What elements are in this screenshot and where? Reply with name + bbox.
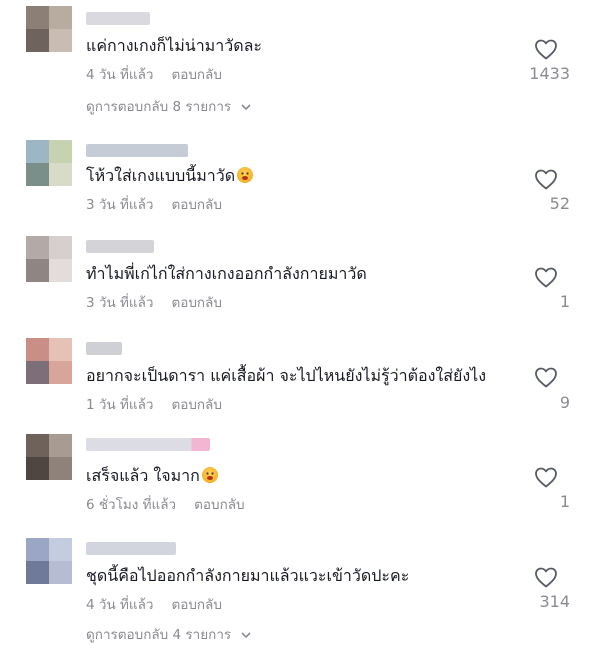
reply-button[interactable]: ตอบกลับ	[194, 497, 244, 513]
view-replies-label: ดูการตอบกลับ 4 รายการ	[86, 627, 232, 643]
comment-meta: 3 วัน ที่แล้ว ตอบกลับ	[86, 196, 222, 214]
comment-meta: 1 วัน ที่แล้ว ตอบกลับ	[86, 396, 222, 414]
comment-meta: 6 ชั่วโมง ที่แล้ว ตอบกลับ	[86, 496, 245, 514]
comment-time: 6 ชั่วโมง ที่แล้ว	[86, 497, 177, 513]
heart-outline-icon[interactable]	[534, 366, 558, 388]
comment-text-content: เสร็จแล้ว ใจมาก	[86, 466, 200, 485]
username-blurred[interactable]	[86, 342, 122, 355]
comment-text-content: โห้วใส่เกงแบบนี้มาวัด	[86, 166, 236, 185]
flushed-face-emoji	[201, 467, 218, 483]
avatar[interactable]	[26, 140, 72, 186]
reply-button[interactable]: ตอบกลับ	[171, 67, 221, 83]
reply-button[interactable]: ตอบกลับ	[171, 197, 221, 213]
like-count: 314	[539, 592, 570, 611]
avatar[interactable]	[26, 538, 72, 584]
view-replies-button[interactable]: ดูการตอบกลับ 4 รายการ	[86, 626, 252, 644]
comment-time: 4 วัน ที่แล้ว	[86, 67, 154, 83]
reply-button[interactable]: ตอบกลับ	[171, 597, 221, 613]
reply-button[interactable]: ตอบกลับ	[171, 397, 221, 413]
comment-text: เสร็จแล้ว ใจมาก	[86, 466, 218, 486]
like-count: 1	[559, 292, 570, 311]
avatar[interactable]	[26, 434, 72, 480]
comment-meta: 4 วัน ที่แล้ว ตอบกลับ	[86, 596, 222, 614]
heart-outline-icon[interactable]	[534, 38, 558, 60]
chevron-down-icon	[241, 104, 252, 111]
comment-time: 3 วัน ที่แล้ว	[86, 295, 154, 311]
comment-text: แค่กางเกงก็ไม่น่ามาวัดละ	[86, 36, 262, 55]
view-replies-label: ดูการตอบกลับ 8 รายการ	[86, 99, 232, 115]
username-blurred[interactable]	[86, 12, 150, 25]
comment-text: โห้วใส่เกงแบบนี้มาวัด	[86, 166, 254, 186]
avatar[interactable]	[26, 338, 72, 384]
avatar[interactable]	[26, 236, 72, 282]
like-count: 1433	[529, 64, 570, 83]
heart-outline-icon[interactable]	[534, 168, 558, 190]
flushed-face-emoji	[237, 167, 254, 183]
heart-outline-icon[interactable]	[534, 566, 558, 588]
comment-time: 3 วัน ที่แล้ว	[86, 197, 154, 213]
like-count: 52	[549, 194, 570, 213]
avatar[interactable]	[26, 6, 72, 52]
username-blurred[interactable]	[86, 144, 188, 157]
like-count: 9	[559, 393, 570, 412]
username-blurred[interactable]	[86, 240, 154, 253]
comment-time: 4 วัน ที่แล้ว	[86, 597, 154, 613]
comment-text: อยากจะเป็นดารา แค่เสื้อผ้า จะไปไหนยังไม่…	[86, 366, 487, 385]
chevron-down-icon	[241, 632, 252, 639]
username-blurred[interactable]	[86, 542, 176, 555]
comment-time: 1 วัน ที่แล้ว	[86, 397, 154, 413]
reply-button[interactable]: ตอบกลับ	[171, 295, 221, 311]
like-count: 1	[559, 492, 570, 511]
comment-meta: 4 วัน ที่แล้ว ตอบกลับ	[86, 66, 222, 84]
comment-meta: 3 วัน ที่แล้ว ตอบกลับ	[86, 294, 222, 312]
username-blurred[interactable]	[86, 438, 210, 451]
view-replies-button[interactable]: ดูการตอบกลับ 8 รายการ	[86, 98, 252, 116]
comment-text: ทำไมพี่เก่ไก่ใส่กางเกงออกกำลังกายมาวัด	[86, 264, 367, 283]
heart-outline-icon[interactable]	[534, 466, 558, 488]
heart-outline-icon[interactable]	[534, 266, 558, 288]
comment-text: ชุดนี้คือไปออกกำลังกายมาแล้วแวะเข้าวัดปะ…	[86, 566, 410, 585]
